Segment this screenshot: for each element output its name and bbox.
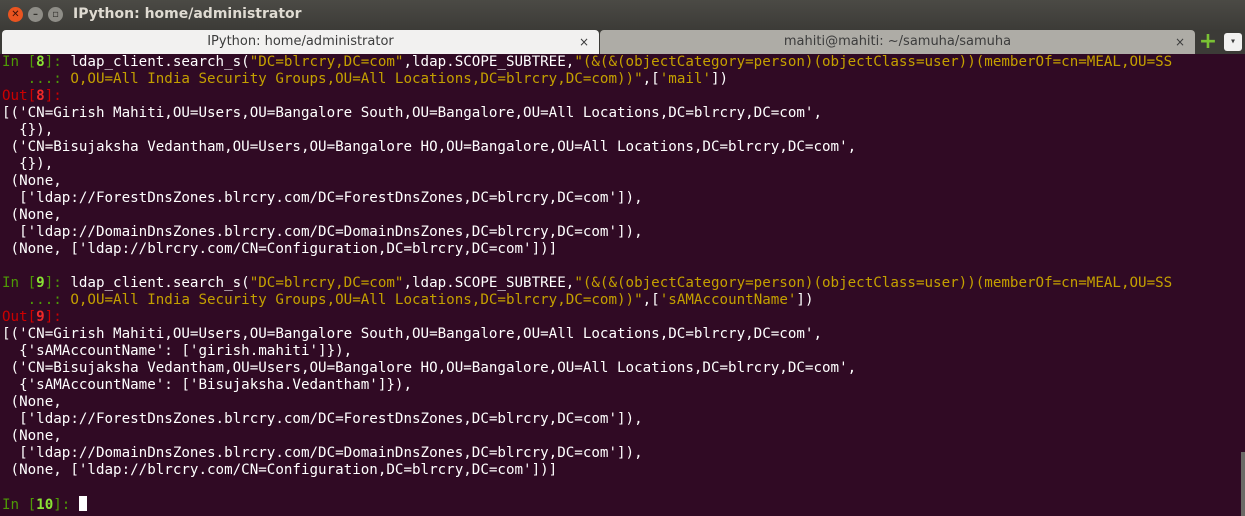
output-line: (None, <box>2 173 62 189</box>
input-line: In [9]: ldap_client.search_s("DC=blrcry,… <box>0 275 1240 292</box>
input-line: In [8]: ldap_client.search_s("DC=blrcry,… <box>0 54 1240 71</box>
minimize-window-button[interactable]: – <box>28 7 43 22</box>
code-string: 'mail' <box>659 71 711 87</box>
output-line: ('CN=Bisujaksha Vedantham,OU=Users,OU=Ba… <box>2 139 857 155</box>
output-prompt: Out[ <box>2 309 37 325</box>
window-titlebar: ✕ – ▫ IPython: home/administrator <box>0 0 1245 30</box>
code-text: ldap_client.search_s( <box>70 54 250 70</box>
tab-mahiti-shell[interactable]: mahiti@mahiti: ~/samuha/samuha × <box>600 30 1195 54</box>
output-prompt-end: ]: <box>44 88 71 104</box>
tab-label: mahiti@mahiti: ~/samuha/samuha <box>783 34 1012 49</box>
output-line: (None, ['ldap://blrcry.com/CN=Configurat… <box>2 241 558 257</box>
output-prompt-line: Out[8]: <box>0 88 1240 105</box>
text-cursor <box>78 496 87 511</box>
terminal-scrollbar[interactable] <box>1241 452 1245 516</box>
code-text: ,ldap.SCOPE_SUBTREE, <box>403 54 575 70</box>
output-line: ('CN=Bisujaksha Vedantham,OU=Users,OU=Ba… <box>2 360 857 376</box>
new-tab-icon[interactable]: + <box>1198 30 1218 54</box>
output-line: (None, <box>2 428 62 444</box>
maximize-icon: ▫ <box>52 9 59 20</box>
input-prompt-end: ]: <box>44 54 71 70</box>
output-line: [('CN=Girish Mahiti,OU=Users,OU=Bangalor… <box>2 105 822 121</box>
continuation-prompt: ...: <box>2 292 71 308</box>
output-line: [('CN=Girish Mahiti,OU=Users,OU=Bangalor… <box>2 326 822 342</box>
code-text: ,[ <box>642 71 660 87</box>
output-line: {}), <box>2 122 54 138</box>
minimize-icon: – <box>33 9 38 20</box>
input-prompt: In [ <box>2 497 37 513</box>
prompt-number: 10 <box>36 497 54 513</box>
output-prompt-end: ]: <box>44 309 71 325</box>
output-line: (None, ['ldap://blrcry.com/CN=Configurat… <box>2 462 558 478</box>
close-icon: ✕ <box>11 9 20 20</box>
output-line: ['ldap://ForestDnsZones.blrcry.com/DC=Fo… <box>2 190 643 206</box>
code-string: "(&(&(objectCategory=person)(objectClass… <box>574 275 1173 291</box>
terminal-output[interactable]: In [8]: ldap_client.search_s("DC=blrcry,… <box>0 54 1240 516</box>
input-prompt: In [ <box>2 54 37 70</box>
input-continuation-line: ...: O,OU=All India Security Groups,OU=A… <box>0 71 1240 88</box>
tab-ipython[interactable]: IPython: home/administrator × <box>2 30 599 54</box>
tab-bar: IPython: home/administrator × mahiti@mah… <box>0 30 1245 54</box>
tab-menu-icon[interactable]: ▾ <box>1224 33 1242 51</box>
code-string: "DC=blrcry,DC=com" <box>249 275 404 291</box>
tab-close-button[interactable]: × <box>579 30 589 54</box>
code-string: "DC=blrcry,DC=com" <box>249 54 404 70</box>
input-prompt-end: ]: <box>44 275 71 291</box>
output-prompt-line: Out[9]: <box>0 309 1240 326</box>
tab-label: IPython: home/administrator <box>207 34 394 49</box>
code-string: O,OU=All India Security Groups,OU=All Lo… <box>70 71 643 87</box>
continuation-prompt: ...: <box>2 71 71 87</box>
code-string: 'sAMAccountName' <box>659 292 797 308</box>
input-prompt-end: ]: <box>53 497 79 513</box>
input-line-active[interactable]: In [10]: <box>0 496 1240 513</box>
code-text: ldap_client.search_s( <box>70 275 250 291</box>
output-line: ['ldap://DomainDnsZones.blrcry.com/DC=Do… <box>2 224 643 240</box>
code-text: ,[ <box>642 292 660 308</box>
output-line: {'sAMAccountName': ['Bisujaksha.Vedantha… <box>2 377 412 393</box>
prompt-number: 9 <box>36 275 45 291</box>
output-line: ['ldap://DomainDnsZones.blrcry.com/DC=Do… <box>2 445 643 461</box>
output-line: (None, <box>2 207 62 223</box>
output-prompt: Out[ <box>2 88 37 104</box>
code-text: ]) <box>710 71 729 87</box>
code-text: ,ldap.SCOPE_SUBTREE, <box>403 275 575 291</box>
input-prompt: In [ <box>2 275 37 291</box>
output-line: (None, <box>2 394 62 410</box>
prompt-number: 8 <box>36 88 45 104</box>
prompt-number: 8 <box>36 54 45 70</box>
output-line: {'sAMAccountName': ['girish.mahiti']}), <box>2 343 353 359</box>
close-window-button[interactable]: ✕ <box>8 7 23 22</box>
output-line: {}), <box>2 156 54 172</box>
code-string: "(&(&(objectCategory=person)(objectClass… <box>574 54 1173 70</box>
code-string: O,OU=All India Security Groups,OU=All Lo… <box>70 292 643 308</box>
input-continuation-line: ...: O,OU=All India Security Groups,OU=A… <box>0 292 1240 309</box>
prompt-number: 9 <box>36 309 45 325</box>
tab-close-button[interactable]: × <box>1175 30 1185 54</box>
maximize-window-button[interactable]: ▫ <box>48 7 63 22</box>
output-line: ['ldap://ForestDnsZones.blrcry.com/DC=Fo… <box>2 411 643 427</box>
code-text: ]) <box>796 292 814 308</box>
window-title: IPython: home/administrator <box>73 6 302 22</box>
